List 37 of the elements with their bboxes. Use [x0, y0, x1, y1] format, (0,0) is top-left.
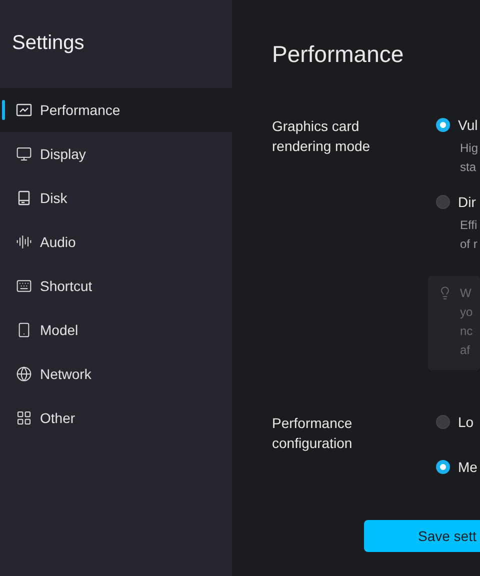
radio-button[interactable]	[436, 195, 450, 209]
audio-icon	[16, 234, 32, 250]
tip-text: W yo nc af	[460, 285, 473, 359]
radio-option[interactable]: Me	[436, 458, 480, 476]
option-label: Lo	[458, 414, 474, 430]
option-description: Hig sta	[459, 140, 480, 176]
save-button[interactable]: Save sett	[364, 520, 480, 552]
chart-icon	[16, 102, 32, 118]
sidebar-item[interactable]: Performance	[0, 88, 232, 132]
sidebar-title: Settings	[11, 31, 86, 56]
radio-option[interactable]: Dir	[436, 193, 480, 211]
option-label: Vul	[458, 117, 478, 133]
selection-indicator	[2, 100, 5, 120]
radio-button[interactable]	[436, 415, 450, 429]
lightbulb-icon	[438, 286, 452, 300]
sidebar-item[interactable]: Shortcut	[0, 264, 232, 308]
option-label: Dir	[458, 194, 476, 210]
keyboard-icon	[16, 278, 32, 294]
option-description: Effi of r	[459, 217, 478, 253]
sidebar-item[interactable]: Model	[0, 308, 232, 352]
monitor-icon	[16, 146, 32, 162]
sidebar-item[interactable]: Other	[0, 396, 232, 440]
sidebar-item[interactable]: Audio	[0, 220, 232, 264]
setting-label: Graphics card rendering mode	[272, 117, 372, 156]
option-label: Me	[458, 459, 478, 475]
sidebar-item[interactable]: Disk	[0, 176, 232, 220]
setting-label: Performance configuration	[272, 414, 354, 453]
phone-icon	[16, 322, 32, 338]
globe-icon	[16, 366, 32, 382]
radio-option[interactable]: Lo	[436, 413, 480, 431]
radio-button[interactable]	[436, 118, 450, 132]
sidebar-item[interactable]: Network	[0, 352, 232, 396]
radio-option[interactable]: Vul	[436, 116, 480, 134]
sidebar-item[interactable]: Display	[0, 132, 232, 176]
radio-button[interactable]	[436, 460, 450, 474]
grid-icon	[16, 410, 32, 426]
page-title: Performance	[272, 40, 405, 68]
